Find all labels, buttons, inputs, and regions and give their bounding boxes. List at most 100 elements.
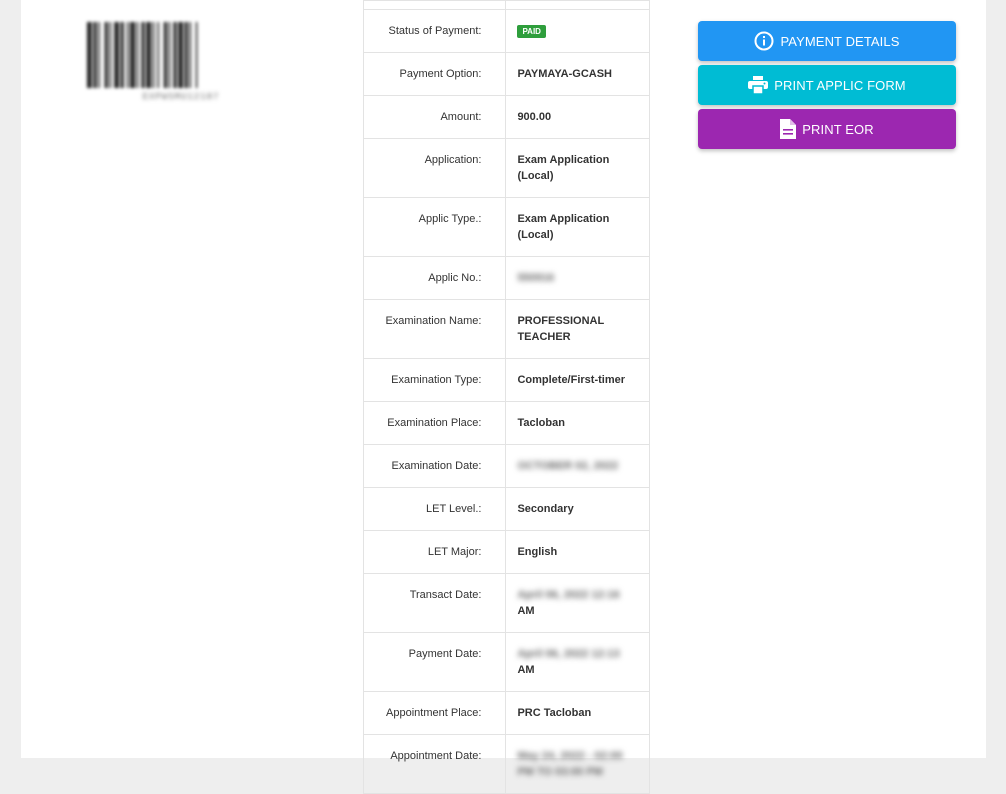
row-value: April 06, 2022 12:16 xyxy=(517,589,620,601)
print-applic-form-label: PRINT APPLIC FORM xyxy=(774,77,906,93)
row-value: PROFESSIONAL TEACHER xyxy=(517,315,605,343)
row-value-cell: Exam Application (Local) xyxy=(505,138,650,198)
row-value: OCTOBER 02, 2022 xyxy=(517,460,619,472)
payment-details-button[interactable]: PAYMENT DETAILS xyxy=(698,21,956,61)
row-value-cell: PRC Tacloban xyxy=(505,691,650,735)
document-icon xyxy=(780,119,797,139)
barcode-bar xyxy=(114,22,119,88)
row-value-cell: April 06, 2022 12:13 AM xyxy=(505,632,650,692)
print-applic-form-button[interactable]: PRINT APPLIC FORM xyxy=(698,65,956,105)
row-label: Appointment Place: xyxy=(362,691,507,735)
payment-details-label: PAYMENT DETAILS xyxy=(780,33,900,49)
row-label: Examination Place: xyxy=(362,401,507,445)
row-label: Status of Payment: xyxy=(362,9,507,53)
row-value-cell: PROFESSIONAL TEACHER xyxy=(505,299,650,359)
row-label: Payment Option: xyxy=(362,52,507,96)
table-row: Appointment Place: PRC Tacloban xyxy=(362,691,650,735)
row-value-suffix: AM xyxy=(517,664,535,676)
barcode: EXPWSMU12187 xyxy=(85,22,277,102)
barcode-bar xyxy=(130,22,135,88)
row-value: English xyxy=(517,546,558,558)
row-value-cell: English xyxy=(505,530,650,574)
table-top-spacer xyxy=(362,0,650,10)
row-value-suffix: AM xyxy=(517,605,535,617)
table-row: Amount: 900.00 xyxy=(362,95,650,139)
row-value-cell: PAYMAYA-GCASH xyxy=(505,52,650,96)
row-label: Transact Date: xyxy=(362,573,507,633)
table-row: Examination Date: OCTOBER 02, 2022 xyxy=(362,444,650,488)
barcode-bar xyxy=(178,22,183,88)
row-value: April 06, 2022 12:13 xyxy=(517,648,620,660)
table-row: Applic No.: 550916 xyxy=(362,256,650,300)
printer-icon xyxy=(748,76,769,94)
row-label: LET Level.: xyxy=(362,487,507,531)
barcode-bar xyxy=(109,22,111,88)
row-value-cell: May 24, 2022 - 02:00 PM TO 03:00 PM xyxy=(505,734,650,794)
row-value-cell: OCTOBER 02, 2022 xyxy=(505,444,650,488)
barcode-bar xyxy=(120,22,124,88)
row-value: 550916 xyxy=(517,272,555,284)
barcode-bar xyxy=(163,22,167,88)
row-value: Tacloban xyxy=(517,417,565,429)
barcode-bar xyxy=(136,22,139,88)
barcode-bar xyxy=(104,22,108,88)
print-eor-label: PRINT EOR xyxy=(802,121,874,137)
table-row: Examination Type: Complete/First-timer xyxy=(362,358,650,402)
table-row: LET Level.: Secondary xyxy=(362,487,650,531)
table-row: Transact Date: April 06, 2022 12:16 AM xyxy=(362,573,650,633)
row-label: Examination Type: xyxy=(362,358,507,402)
row-value-cell: Exam Application (Local) xyxy=(505,197,650,257)
row-value: Exam Application (Local) xyxy=(517,154,610,182)
payment-details-table: Status of Payment: PAID Payment Option: PAY… xyxy=(362,0,650,794)
row-value: PRC Tacloban xyxy=(517,707,592,719)
row-value-cell: Secondary xyxy=(505,487,650,531)
barcode-bar xyxy=(157,22,159,88)
row-label: LET Major: xyxy=(362,530,507,574)
table-row: Application: Exam Application (Local) xyxy=(362,138,650,198)
barcode-bar xyxy=(184,22,188,88)
table-row: Payment Option: PAYMAYA-GCASH xyxy=(362,52,650,96)
table-row: Examination Place: Tacloban xyxy=(362,401,650,445)
row-label: Applic No.: xyxy=(362,256,507,300)
table-row: Examination Name: PROFESSIONAL TEACHER xyxy=(362,299,650,359)
row-value-cell: 550916 xyxy=(505,256,650,300)
barcode-bar xyxy=(127,22,129,88)
row-value-cell: Complete/First-timer xyxy=(505,358,650,402)
row-label: Examination Date: xyxy=(362,444,507,488)
table-row: LET Major: English xyxy=(362,530,650,574)
barcode-bar xyxy=(98,22,100,88)
print-eor-button[interactable]: PRINT EOR xyxy=(698,109,956,149)
row-value: May 24, 2022 - 02:00 PM TO 03:00 PM xyxy=(517,750,623,778)
barcode-bar xyxy=(173,22,177,88)
barcode-bar xyxy=(168,22,171,88)
table-row: Status of Payment: PAID xyxy=(362,9,650,53)
row-label: Examination Name: xyxy=(362,299,507,359)
row-value: Exam Application (Local) xyxy=(517,213,610,241)
row-value: Complete/First-timer xyxy=(517,374,626,386)
barcode-bar xyxy=(152,22,155,88)
row-label: Payment Date: xyxy=(362,632,507,692)
row-value: PAYMAYA-GCASH xyxy=(517,68,612,80)
row-value-cell: 900.00 xyxy=(505,95,650,139)
row-value: Secondary xyxy=(517,503,574,515)
table-row: Payment Date: April 06, 2022 12:13 AM xyxy=(362,632,650,692)
row-value-cell: April 06, 2022 12:16 AM xyxy=(505,573,650,633)
table-row: Applic Type.: Exam Application (Local) xyxy=(362,197,650,257)
barcode-bar xyxy=(93,22,97,88)
barcode-bar xyxy=(195,22,198,88)
info-icon xyxy=(754,31,774,51)
barcode-bar xyxy=(87,22,92,88)
row-value-cell: PAID xyxy=(505,9,650,53)
row-label: Applic Type.: xyxy=(362,197,507,257)
row-value-cell: Tacloban xyxy=(505,401,650,445)
barcode-bar xyxy=(141,22,145,88)
barcode-bar xyxy=(189,22,191,88)
barcode-bar xyxy=(146,22,151,88)
table-row: Appointment Date: May 24, 2022 - 02:00 PM… xyxy=(362,734,650,794)
barcode-image xyxy=(87,22,198,88)
row-label: Amount: xyxy=(362,95,507,139)
barcode-number: EXPWSMU12187 xyxy=(142,92,220,102)
status-badge: PAID xyxy=(517,24,546,38)
row-label: Application: xyxy=(362,138,507,198)
row-value: 900.00 xyxy=(517,111,552,123)
